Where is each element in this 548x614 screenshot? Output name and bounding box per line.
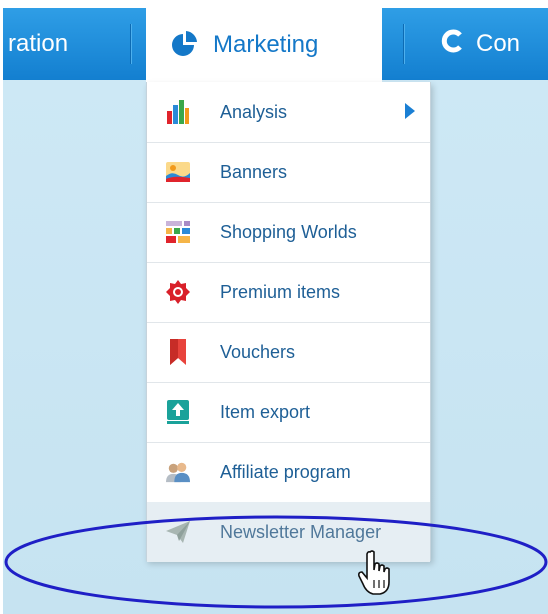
hand-pointer-cursor-icon <box>358 550 392 601</box>
app-frame: ration Con Marketing Analysis Banners Sh… <box>0 0 548 614</box>
highlight-ellipse-annotation <box>4 515 548 609</box>
